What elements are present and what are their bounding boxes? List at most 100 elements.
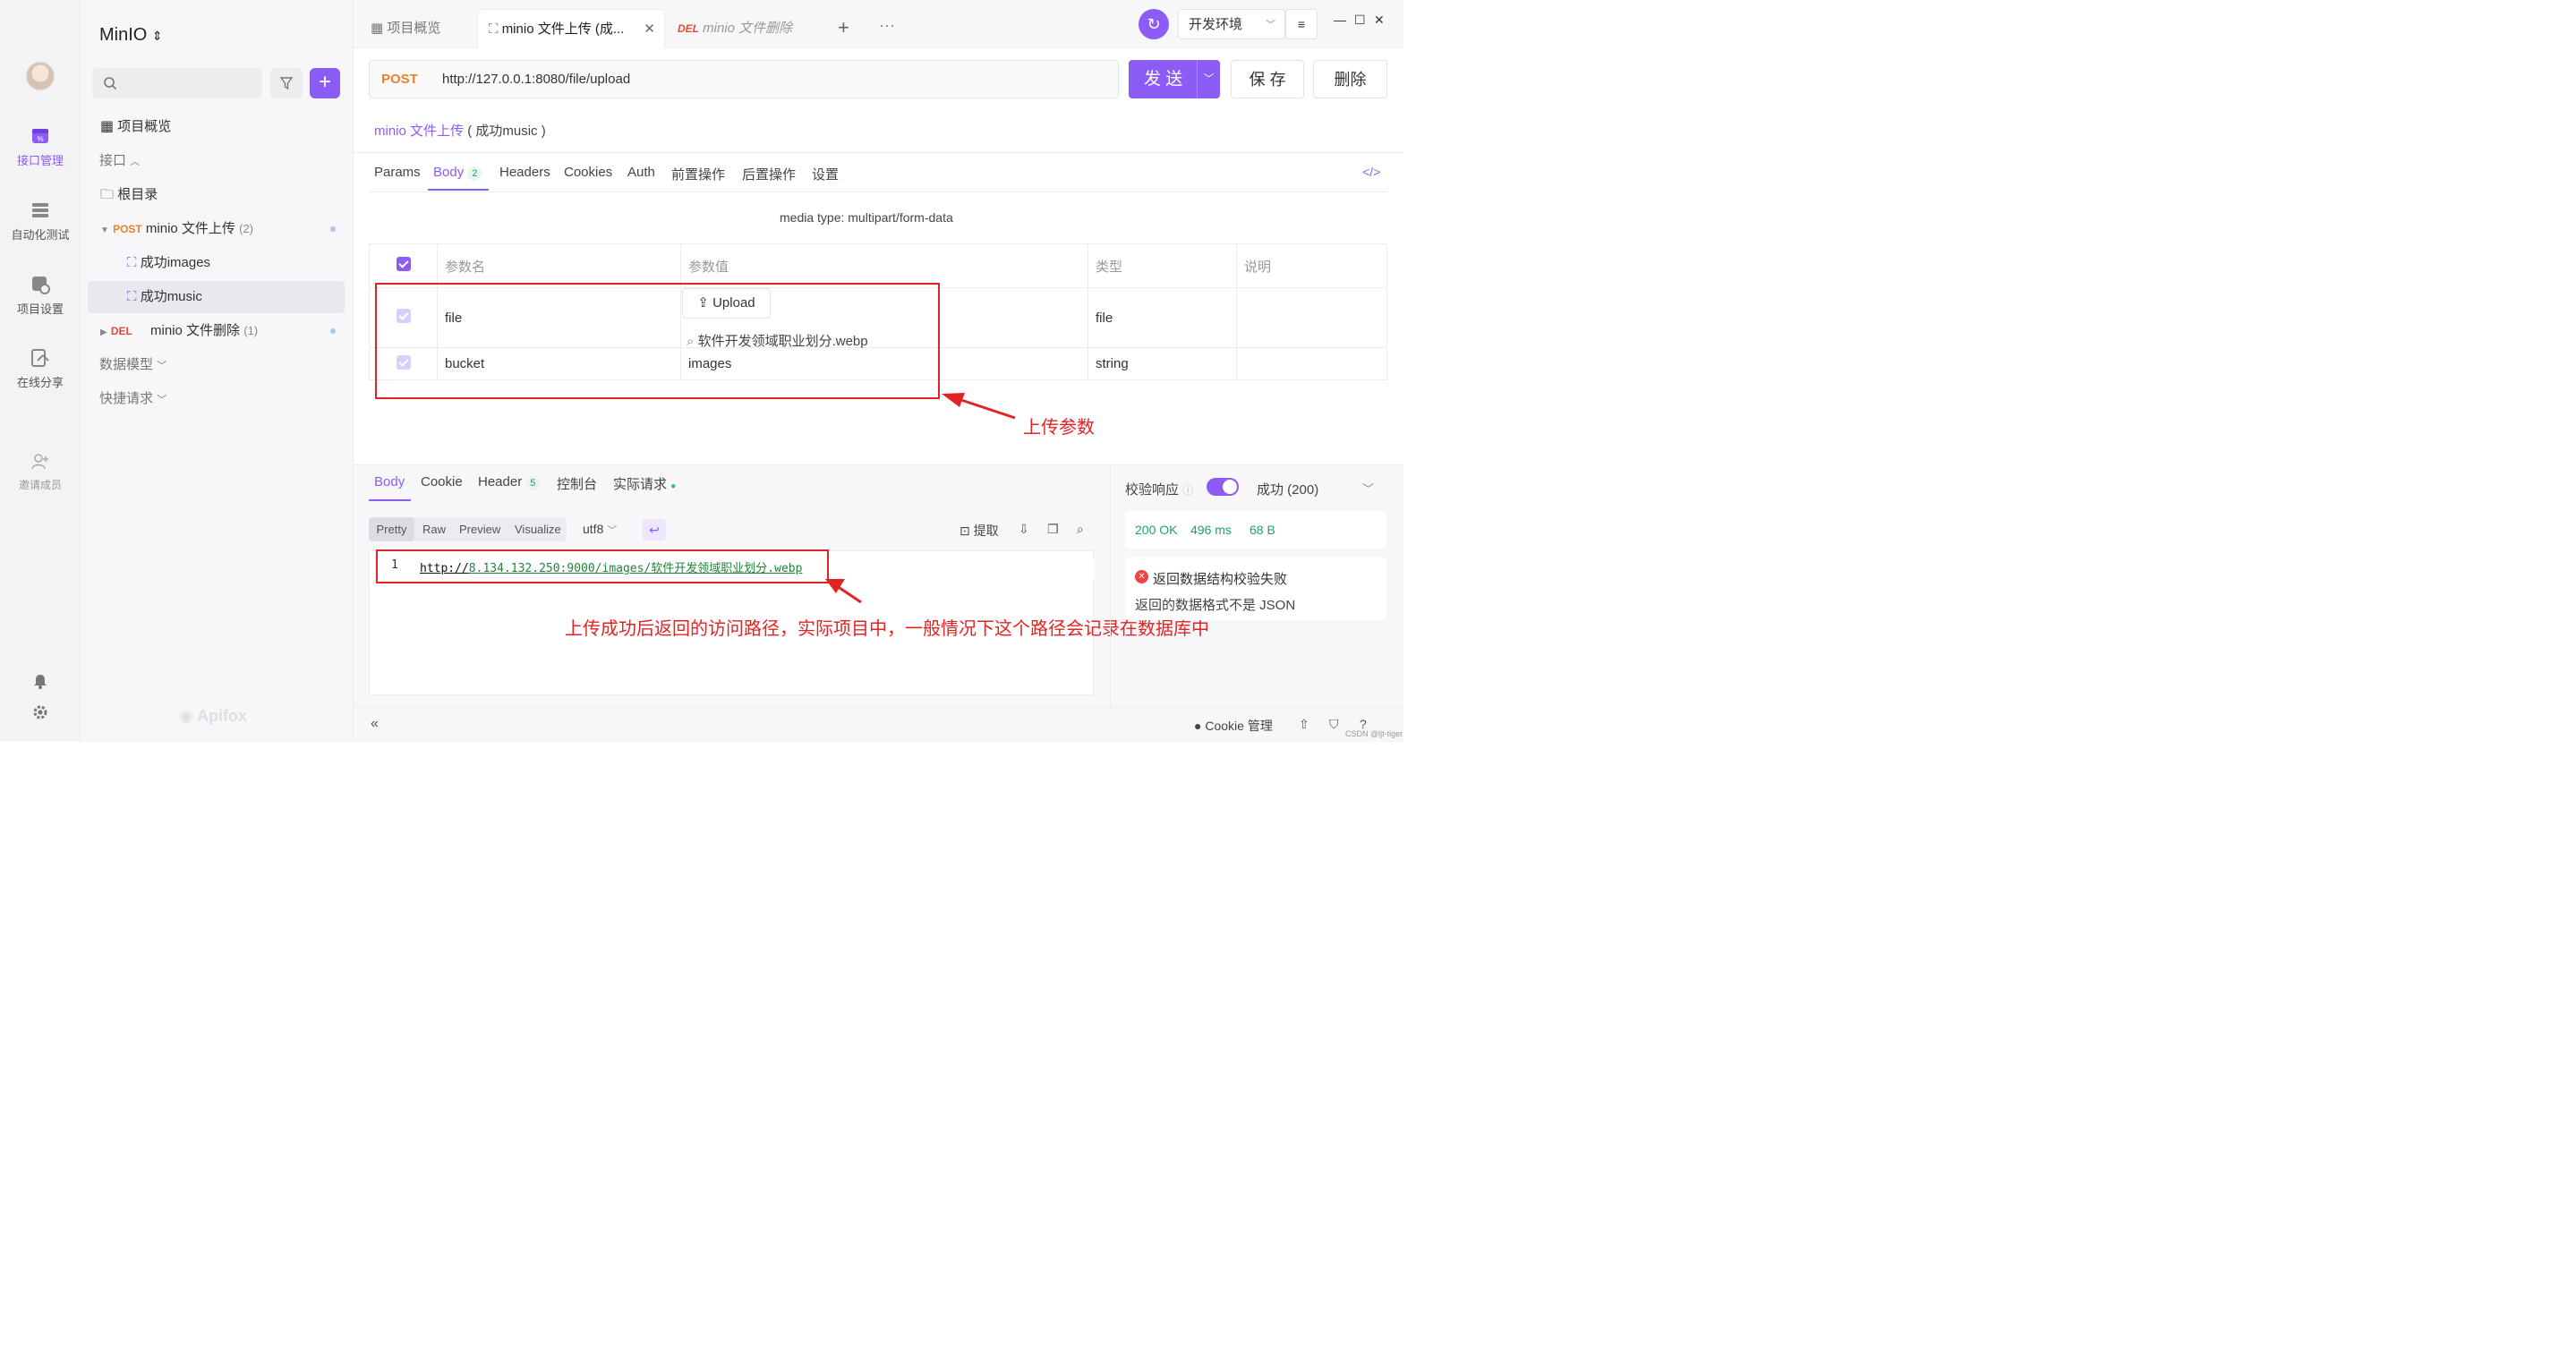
sidebar-item-label: minio 文件上传 <box>145 221 235 236</box>
annotation-box <box>376 549 829 583</box>
tab-label: minio 文件上传 (成... <box>501 21 625 37</box>
sidebar-section-data-model[interactable]: 数据模型 ﹀ <box>88 349 345 381</box>
chevron-down-icon[interactable]: ﹀ <box>1362 480 1374 497</box>
tab-params[interactable]: Params <box>374 165 421 180</box>
sync-icon[interactable]: ↻ <box>1139 9 1169 39</box>
response-tab-body[interactable]: Body <box>374 474 405 489</box>
save-button[interactable]: 保 存 <box>1231 60 1304 98</box>
response-tab-actual[interactable]: 实际请求 ● <box>613 474 676 493</box>
download-icon[interactable]: ⇩ <box>1019 522 1029 537</box>
view-raw[interactable]: Raw <box>422 517 446 541</box>
view-visualize[interactable]: Visualize <box>515 517 561 541</box>
status-select[interactable]: 成功 (200) <box>1257 480 1318 498</box>
cookie-manager-button[interactable]: ● Cookie 管理 <box>1194 717 1273 735</box>
encoding-select[interactable]: utf8 ﹀ <box>583 522 617 537</box>
tab-delete[interactable]: DEL minio 文件删除 <box>678 9 792 48</box>
bell-icon[interactable] <box>32 673 48 689</box>
response-size: 68 B <box>1250 523 1275 537</box>
tab-post-ops[interactable]: 后置操作 <box>742 165 796 183</box>
rail-item-invite[interactable]: 邀请成员 <box>0 452 81 492</box>
sidebar-item-delete[interactable]: ▶ DEL minio 文件删除 (1) <box>88 315 345 347</box>
rail-item-api[interactable]: % 接口管理 <box>0 126 81 168</box>
collapse-icon[interactable]: « <box>371 716 379 732</box>
sidebar-item-root[interactable]: 🗀 根目录 <box>88 179 345 211</box>
active-tab-indicator <box>369 499 411 501</box>
search-icon[interactable]: ⌕ <box>1077 522 1084 537</box>
more-icon[interactable]: ··· <box>879 16 895 35</box>
param-description[interactable] <box>1236 287 1387 348</box>
rail-label: 自动化测试 <box>11 228 70 242</box>
tab-auth[interactable]: Auth <box>627 165 655 180</box>
close-icon[interactable]: ✕ <box>644 10 655 49</box>
param-type[interactable]: string <box>1088 347 1237 380</box>
sidebar-section-api[interactable]: 接口 ︿ <box>88 145 345 177</box>
select-all-checkbox[interactable] <box>396 257 411 271</box>
sidebar-section-quick[interactable]: 快捷请求 ﹀ <box>88 383 345 415</box>
gear-icon[interactable] <box>32 704 48 720</box>
extract-button[interactable]: ⊡ 提取 <box>960 522 999 540</box>
search-input[interactable] <box>92 68 262 98</box>
method-tag: DEL <box>110 325 132 337</box>
tab-settings[interactable]: 设置 <box>812 165 839 183</box>
new-tab-button[interactable]: + <box>838 16 849 39</box>
upload-status-icon[interactable]: ⇧ <box>1299 717 1309 732</box>
sidebar-item-label: 项目概览 <box>117 119 172 134</box>
copy-icon[interactable]: ❐ <box>1047 522 1059 537</box>
method-tag: POST <box>113 223 142 235</box>
env-select[interactable]: 开发环境 ﹀ <box>1178 9 1285 39</box>
sidebar-item-overview[interactable]: ▦ 项目概览 <box>88 111 345 143</box>
response-tab-header[interactable]: Header 5 <box>478 474 541 490</box>
project-switcher[interactable]: MinIO ⇕ <box>99 25 163 46</box>
method-select[interactable]: POST <box>381 72 418 87</box>
rail-item-share[interactable]: 在线分享 <box>0 348 81 390</box>
code-icon[interactable]: </> <box>1362 165 1380 179</box>
filter-button[interactable] <box>270 68 303 98</box>
rail-item-settings[interactable]: 项目设置 <box>0 275 81 317</box>
chevron-down-icon[interactable]: ﹀ <box>1197 60 1220 98</box>
breadcrumb-link[interactable]: minio 文件上传 <box>374 123 464 139</box>
minimize-icon[interactable]: — <box>1334 13 1346 27</box>
chevron-down-icon: ﹀ <box>157 395 167 405</box>
param-description[interactable] <box>1236 347 1387 380</box>
api-icon: % <box>32 129 48 143</box>
cookie-icon: ● <box>1194 719 1202 733</box>
shirt-icon[interactable]: ⛉ <box>1329 717 1339 732</box>
status-dot: ● <box>670 481 677 491</box>
status-dot <box>330 226 336 232</box>
view-preview[interactable]: Preview <box>459 517 500 541</box>
sidebar-item-case-images[interactable]: ⛶ 成功images <box>88 247 345 279</box>
tab-upload[interactable]: ⛶ minio 文件上传 (成... ✕ <box>477 9 665 48</box>
rail-label: 接口管理 <box>16 154 64 167</box>
response-tab-cookie[interactable]: Cookie <box>421 474 463 489</box>
tab-cookies[interactable]: Cookies <box>564 165 612 180</box>
rail-item-autotest[interactable]: 自动化测试 <box>0 200 81 243</box>
view-pretty[interactable]: Pretty <box>369 517 414 541</box>
url-input[interactable]: http://127.0.0.1:8080/file/upload <box>442 72 630 87</box>
add-button[interactable]: + <box>310 68 340 98</box>
menu-icon[interactable]: ≡ <box>1285 9 1318 39</box>
response-tab-console[interactable]: 控制台 <box>557 474 597 493</box>
tab-overview[interactable]: ▦ 项目概览 <box>371 9 440 48</box>
send-button[interactable]: 发 送 ﹀ <box>1129 60 1220 98</box>
tab-body[interactable]: Body 2 <box>433 165 482 181</box>
tab-label: 项目概览 <box>387 21 441 36</box>
delete-button[interactable]: 删除 <box>1313 60 1387 98</box>
avatar[interactable] <box>26 62 55 90</box>
url-bar[interactable]: POST http://127.0.0.1:8080/file/upload <box>369 60 1119 98</box>
tab-headers[interactable]: Headers <box>499 165 550 180</box>
wrap-icon[interactable]: ↩ <box>643 519 666 541</box>
param-type[interactable]: file <box>1088 287 1237 348</box>
media-type: media type: multipart/form-data <box>780 210 953 225</box>
maximize-icon[interactable]: ☐ <box>1354 13 1366 28</box>
chevron-down-icon: ﹀ <box>157 361 167 371</box>
validate-toggle[interactable] <box>1207 478 1239 496</box>
case-icon: ⛶ <box>489 21 499 37</box>
sidebar-item-upload[interactable]: ▼ POST minio 文件上传 (2) <box>88 213 345 245</box>
chevron-updown-icon: ⇕ <box>151 29 163 43</box>
active-tab-indicator <box>428 189 489 191</box>
left-rail: % 接口管理 自动化测试 项目设置 在线分享 邀请成员 <box>0 0 81 742</box>
sidebar-item-case-music[interactable]: ⛶ 成功music <box>88 281 345 313</box>
tab-pre-ops[interactable]: 前置操作 <box>671 165 725 183</box>
column-header: 类型 <box>1088 243 1237 288</box>
window-close-icon[interactable]: ✕ <box>1374 13 1385 28</box>
